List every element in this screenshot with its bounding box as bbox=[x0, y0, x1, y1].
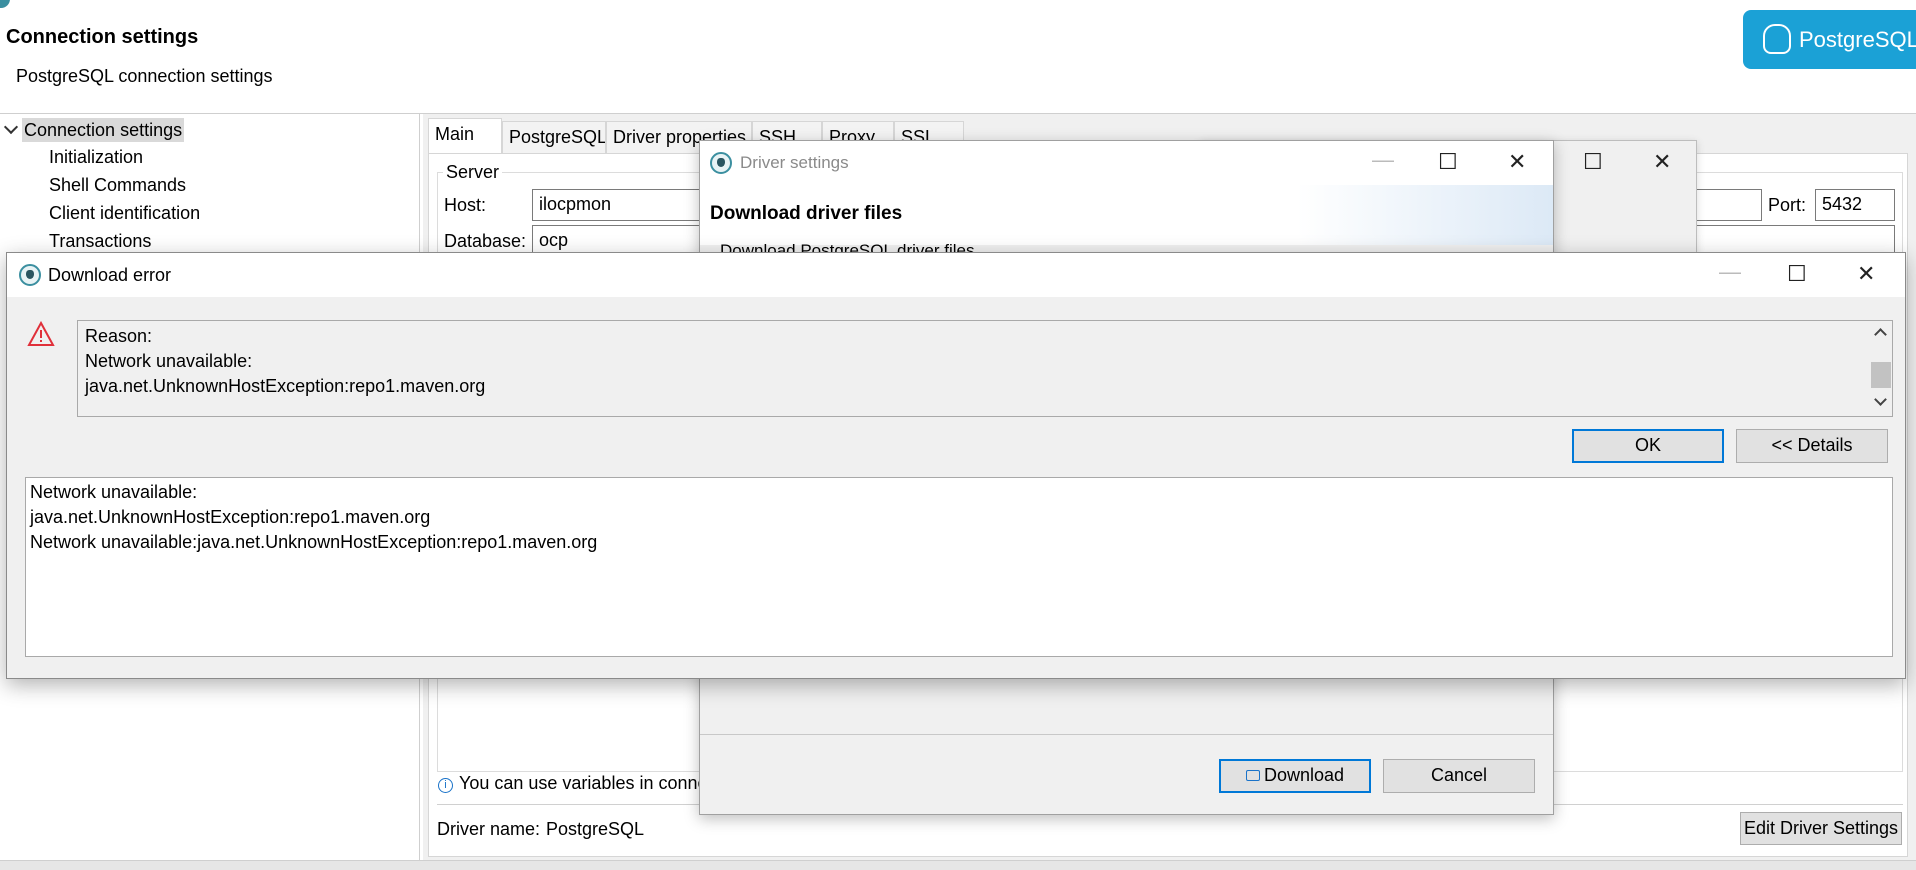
details-textarea[interactable]: Network unavailable: java.net.UnknownHos… bbox=[25, 477, 1893, 657]
reason-box: Reason: Network unavailable: java.net.Un… bbox=[77, 320, 1893, 417]
details-line: Network unavailable:java.net.UnknownHost… bbox=[30, 532, 598, 552]
download-icon bbox=[1245, 770, 1260, 781]
info-icon: i bbox=[438, 778, 453, 793]
server-group-label: Server bbox=[443, 162, 503, 183]
reason-line: Network unavailable: bbox=[85, 351, 253, 371]
postgresql-logo: PostgreSQL bbox=[1743, 10, 1916, 69]
details-button[interactable]: << Details bbox=[1736, 429, 1888, 463]
port-label: Port: bbox=[1768, 195, 1807, 215]
variables-hint-text: You can use variables in conne bbox=[459, 773, 708, 793]
download-error-dialog: Download error — ☐ ✕ Reason: Network una… bbox=[6, 252, 1906, 679]
minimize-icon[interactable]: — bbox=[1719, 261, 1741, 283]
database-label: Database: bbox=[444, 231, 527, 251]
tab-postgresql[interactable]: PostgreSQL bbox=[502, 121, 606, 153]
ok-button[interactable]: OK bbox=[1572, 429, 1724, 463]
logo-text: PostgreSQL bbox=[1799, 27, 1916, 52]
close-icon[interactable]: ✕ bbox=[1857, 263, 1875, 285]
nav-item-client-identification[interactable]: Client identification bbox=[49, 203, 200, 224]
maximize-icon[interactable]: ☐ bbox=[1438, 151, 1458, 173]
close-icon[interactable]: ✕ bbox=[1508, 151, 1526, 173]
chevron-down-icon bbox=[3, 119, 19, 135]
driver-name-label: Driver name: bbox=[437, 819, 541, 839]
nav-root-label: Connection settings bbox=[22, 118, 185, 142]
page-subtitle: PostgreSQL connection settings bbox=[16, 66, 273, 86]
warning-icon bbox=[27, 321, 55, 346]
dbeaver-icon bbox=[710, 152, 732, 174]
page-title: Connection settings bbox=[6, 26, 199, 48]
dbeaver-icon bbox=[19, 264, 41, 286]
driver-dialog-heading: Download driver files bbox=[710, 203, 903, 224]
maximize-icon[interactable]: ☐ bbox=[1583, 151, 1603, 173]
nav-item-initialization[interactable]: Initialization bbox=[49, 147, 143, 168]
host-label: Host: bbox=[444, 195, 487, 215]
driver-dialog-footer-divider bbox=[700, 734, 1553, 735]
download-button-label: Download bbox=[1263, 765, 1345, 785]
download-button[interactable]: Download bbox=[1219, 759, 1371, 793]
edit-driver-settings-button[interactable]: Edit Driver Settings bbox=[1740, 812, 1902, 845]
port-input[interactable]: 5432 bbox=[1815, 189, 1895, 221]
reason-line: java.net.UnknownHostException:repo1.mave… bbox=[85, 376, 486, 396]
nav-item-transactions[interactable]: Transactions bbox=[49, 231, 151, 252]
driver-dialog-titlebar: Driver settings — ☐ ✕ bbox=[700, 141, 1553, 185]
close-icon[interactable]: ✕ bbox=[1653, 151, 1671, 173]
error-dialog-title: Download error bbox=[48, 265, 172, 285]
top-strip bbox=[0, 0, 1916, 8]
elephant-icon bbox=[1763, 24, 1791, 54]
cancel-button[interactable]: Cancel bbox=[1383, 759, 1535, 793]
variables-hint: i You can use variables in conne bbox=[438, 773, 708, 794]
reason-line: Reason: bbox=[85, 326, 153, 346]
minimize-icon[interactable]: — bbox=[1372, 149, 1394, 171]
details-line: Network unavailable: bbox=[30, 482, 198, 502]
tab-main[interactable]: Main bbox=[428, 118, 502, 154]
reason-scrollbar[interactable] bbox=[1870, 321, 1892, 416]
driver-dialog-title: Driver settings bbox=[740, 153, 849, 172]
scroll-up-icon[interactable] bbox=[1874, 328, 1887, 341]
nav-item-shell-commands[interactable]: Shell Commands bbox=[49, 175, 186, 196]
scroll-down-icon[interactable] bbox=[1874, 393, 1887, 406]
error-dialog-titlebar: Download error — ☐ ✕ bbox=[7, 253, 1905, 297]
details-line: java.net.UnknownHostException:repo1.mave… bbox=[30, 507, 431, 527]
maximize-icon[interactable]: ☐ bbox=[1787, 263, 1807, 285]
bottom-bar bbox=[0, 860, 1916, 870]
scroll-thumb[interactable] bbox=[1871, 362, 1891, 388]
driver-name-value: PostgreSQL bbox=[546, 819, 645, 839]
